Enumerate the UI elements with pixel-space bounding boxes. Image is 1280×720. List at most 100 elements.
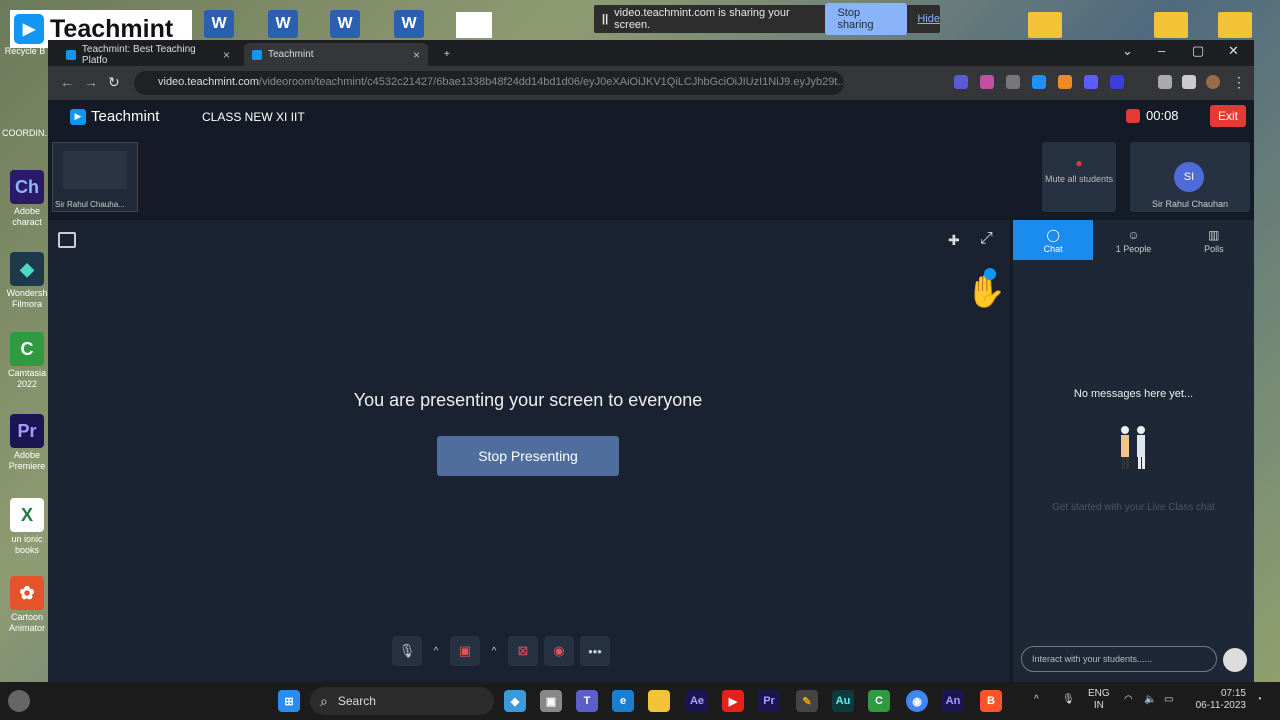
- profile-avatar[interactable]: [1206, 75, 1220, 89]
- mute-all-students-button[interactable]: ● Mute all students: [1042, 142, 1116, 212]
- battery-icon[interactable]: ▭: [1164, 694, 1173, 706]
- extension-icon[interactable]: [1084, 75, 1098, 89]
- volume-icon[interactable]: 🔈: [1144, 694, 1156, 706]
- maximize-icon[interactable]: ▢: [1192, 43, 1204, 59]
- widgets-icon[interactable]: [8, 690, 30, 712]
- blank-document-icon[interactable]: [456, 12, 492, 38]
- side-panel-icon[interactable]: [1182, 75, 1196, 89]
- windows-taskbar: ⊞ ⌕ Search ◆ ▣ T e Ae ▶ Pr ✎ Au C ◉ An B…: [0, 682, 1280, 720]
- word-doc-icon[interactable]: W: [204, 10, 234, 38]
- tab-search-icon[interactable]: ⌄: [1122, 43, 1133, 59]
- reload-icon[interactable]: ↻: [108, 74, 120, 91]
- browser-tab[interactable]: Teachmint: Best Teaching Platfo ×: [58, 43, 238, 66]
- more-options-icon[interactable]: •••: [580, 636, 610, 666]
- notifications-icon[interactable]: ◔: [1256, 694, 1262, 706]
- desktop-icon-recycle-bin[interactable]: Recycle B: [2, 46, 48, 57]
- polls-icon: ▥: [1208, 228, 1220, 242]
- extension-icon[interactable]: [1058, 75, 1072, 89]
- app-icon[interactable]: ✎: [796, 690, 818, 712]
- presenter-thumbnail[interactable]: Sir Rahul Chauha...: [52, 142, 138, 212]
- microphone-icon[interactable]: 🎙: [392, 636, 422, 666]
- extension-icon[interactable]: [1032, 75, 1046, 89]
- tab-people[interactable]: ☺ 1 People: [1093, 220, 1173, 260]
- word-doc-icon[interactable]: W: [394, 10, 424, 38]
- file-explorer-icon[interactable]: [648, 690, 670, 712]
- character-animator-icon: Ch: [10, 170, 44, 204]
- close-tab-icon[interactable]: ×: [413, 48, 420, 62]
- copilot-icon[interactable]: ◆: [504, 690, 526, 712]
- avatar: SI: [1174, 162, 1204, 192]
- chevron-up-icon[interactable]: ^: [428, 636, 444, 666]
- screen-preview: [63, 151, 127, 189]
- camera-off-icon[interactable]: ▣: [450, 636, 480, 666]
- desktop-icon-filmora[interactable]: ◆ Wondersh Filmora: [4, 252, 50, 310]
- self-video-tile: SI Sir Rahul Chauhan: [1130, 142, 1250, 212]
- minimize-icon[interactable]: –: [1158, 43, 1165, 58]
- new-tab-button[interactable]: +: [436, 43, 460, 66]
- stop-sharing-button[interactable]: Stop sharing: [825, 3, 908, 35]
- start-icon[interactable]: ⊞: [278, 690, 300, 712]
- close-window-icon[interactable]: ✕: [1228, 43, 1239, 59]
- send-button[interactable]: [1223, 648, 1247, 672]
- stop-screen-share-icon[interactable]: ⊠: [508, 636, 538, 666]
- exit-button[interactable]: Exit: [1210, 105, 1246, 127]
- tab-polls[interactable]: ▥ Polls: [1174, 220, 1254, 260]
- audition-icon[interactable]: Au: [832, 690, 854, 712]
- microphone-tray-icon[interactable]: 🎙: [1062, 694, 1075, 706]
- animate-icon[interactable]: An: [942, 690, 964, 712]
- folder-icon[interactable]: [1028, 12, 1062, 38]
- picture-in-picture-icon[interactable]: [58, 232, 76, 248]
- tab-strip: Teachmint: Best Teaching Platfo × Teachm…: [48, 40, 1254, 66]
- hide-link[interactable]: Hide: [917, 13, 940, 25]
- folder-icon[interactable]: [1218, 12, 1252, 38]
- fullscreen-icon[interactable]: ⤢: [980, 230, 993, 248]
- browser-tab-active[interactable]: Teachmint ×: [244, 43, 428, 66]
- desktop-icon-camtasia[interactable]: C Camtasia 2022: [4, 332, 50, 390]
- youtube-icon[interactable]: ▶: [722, 690, 744, 712]
- brave-icon[interactable]: B: [980, 690, 1002, 712]
- browser-window: Teachmint: Best Teaching Platfo × Teachm…: [48, 40, 1254, 682]
- pin-icon[interactable]: ✚: [948, 232, 960, 249]
- browser-menu-icon[interactable]: ⋮: [1232, 74, 1246, 91]
- extension-icon[interactable]: [954, 75, 968, 89]
- stop-presenting-button[interactable]: Stop Presenting: [437, 436, 619, 476]
- chrome-icon[interactable]: ◉: [906, 690, 928, 712]
- record-button-icon[interactable]: ◉: [544, 636, 574, 666]
- camtasia-icon[interactable]: C: [868, 690, 890, 712]
- language-indicator[interactable]: ENG IN: [1088, 688, 1110, 712]
- extensions-puzzle-icon[interactable]: [1158, 75, 1172, 89]
- desktop-icon-coordinator[interactable]: COORDIN...: [2, 128, 52, 139]
- desktop-icon-adobe-character[interactable]: Ch Adobe charact: [4, 170, 50, 228]
- taskbar-search[interactable]: ⌕ Search: [310, 687, 494, 715]
- excel-icon: X: [10, 498, 44, 532]
- desktop-icon-excel-books[interactable]: X un ionic books: [4, 498, 50, 556]
- chevron-up-icon[interactable]: ^: [1034, 694, 1039, 706]
- after-effects-icon[interactable]: Ae: [686, 690, 708, 712]
- chat-input[interactable]: [1021, 646, 1217, 672]
- edge-icon[interactable]: e: [612, 690, 634, 712]
- tab-chat[interactable]: ◯ Chat: [1013, 220, 1094, 260]
- wifi-icon[interactable]: ◠: [1124, 694, 1133, 706]
- desktop-icon-premiere[interactable]: Pr Adobe Premiere: [4, 414, 50, 472]
- task-view-icon[interactable]: ▣: [540, 690, 562, 712]
- hand-badge: [984, 268, 996, 280]
- teams-icon[interactable]: T: [576, 690, 598, 712]
- back-icon[interactable]: ←: [60, 74, 74, 90]
- url-field[interactable]: video.teachmint.com/videoroom/teachmint/…: [134, 71, 844, 95]
- teachmint-logo-icon: ▶: [70, 108, 86, 125]
- extension-icon[interactable]: [1110, 75, 1124, 89]
- people-icon: ☺: [1127, 228, 1140, 242]
- word-doc-icon[interactable]: W: [330, 10, 360, 38]
- word-doc-icon[interactable]: W: [268, 10, 298, 38]
- extension-icon[interactable]: [980, 75, 994, 89]
- desktop-icon-cartoon-animator[interactable]: ✿ Cartoon Animator: [4, 576, 50, 634]
- premiere-icon: Pr: [10, 414, 44, 448]
- empty-chat-subtitle: Get started with your Live Class chat: [1052, 502, 1215, 513]
- chevron-up-icon[interactable]: ^: [486, 636, 502, 666]
- forward-icon[interactable]: →: [84, 74, 98, 90]
- premiere-icon[interactable]: Pr: [758, 690, 780, 712]
- clock[interactable]: 07:15 06-11-2023: [1190, 688, 1246, 712]
- folder-icon[interactable]: [1154, 12, 1188, 38]
- extension-icon[interactable]: [1006, 75, 1020, 89]
- close-tab-icon[interactable]: ×: [223, 48, 230, 62]
